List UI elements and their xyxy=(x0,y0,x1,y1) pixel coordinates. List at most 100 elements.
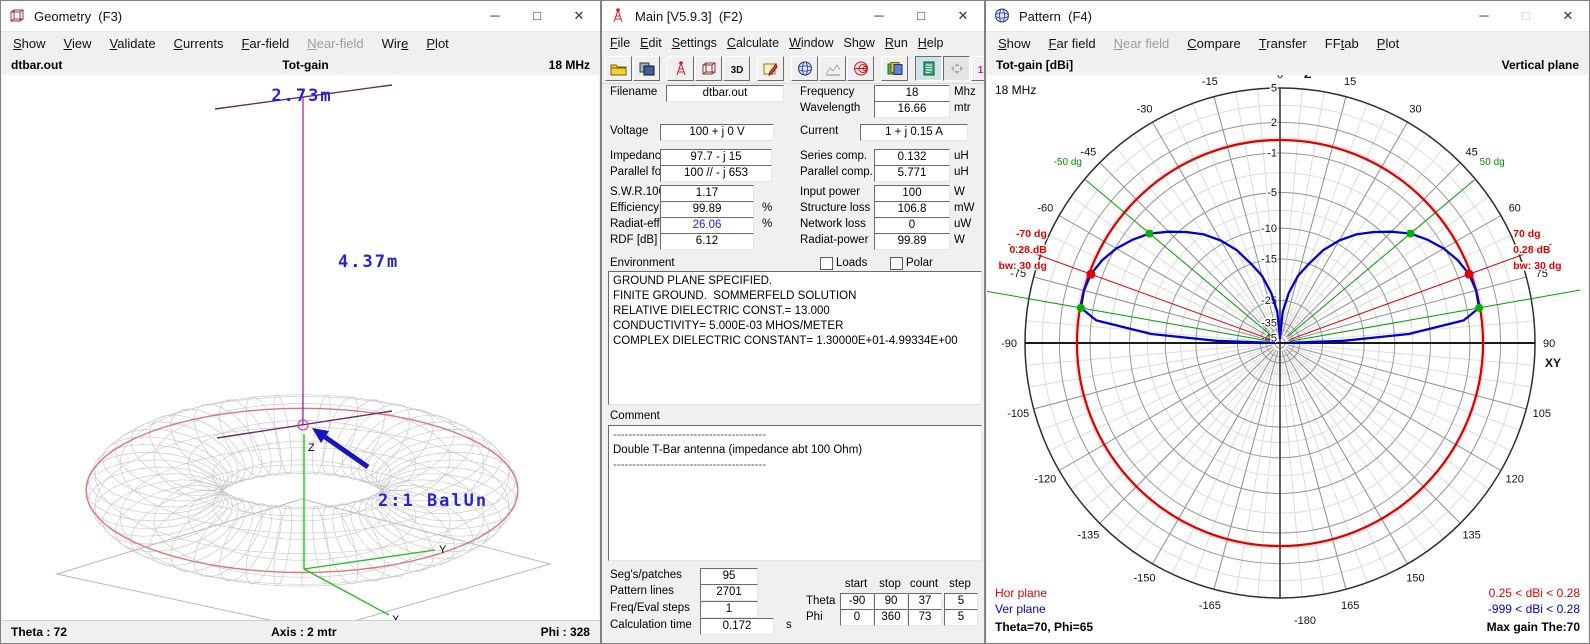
green-beamwidth-dot xyxy=(1146,230,1154,238)
toolbar-nec-editor-button[interactable] xyxy=(881,56,908,81)
menu-item-compare[interactable]: Compare xyxy=(1178,36,1250,51)
menu-item-validate[interactable]: Validate xyxy=(100,36,164,51)
pattern-titlebar[interactable]: Pattern (F4) ─ □ ✕ xyxy=(986,1,1589,32)
menu-item-transfer[interactable]: Transfer xyxy=(1250,36,1316,51)
menu-item-edit[interactable]: Edit xyxy=(635,36,667,50)
input-impedance[interactable]: 97.7 - j 15 xyxy=(660,149,772,166)
menu-item-window[interactable]: Window xyxy=(784,36,838,50)
input-radiat-eff[interactable]: 26.06 xyxy=(660,217,754,234)
menu-item-plot[interactable]: Plot xyxy=(417,36,457,51)
toolbar-wire-box-button[interactable] xyxy=(695,56,722,81)
input-seg-s-patches[interactable]: 95 xyxy=(700,568,758,585)
main-titlebar[interactable]: Main [V5.9.3] (F2) ─ □ ✕ xyxy=(602,1,984,32)
input-voltage[interactable]: 100 + j 0 V xyxy=(660,124,774,141)
angle-label-30: 30 xyxy=(1409,103,1421,115)
menu-item-help[interactable]: Help xyxy=(913,36,949,50)
sweep-phi-start[interactable]: 0 xyxy=(840,609,874,626)
toolbar-far-field-ball-button[interactable] xyxy=(791,56,818,81)
maximize-button[interactable]: □ xyxy=(516,1,558,31)
menu-item-fftab[interactable]: FFtab xyxy=(1316,36,1368,51)
input-frequency[interactable]: 18 xyxy=(874,85,950,102)
input-efficiency[interactable]: 99.89 xyxy=(660,201,754,218)
input-wavelength[interactable]: 16.66 xyxy=(874,101,950,118)
sweep-phi-step[interactable]: 5 xyxy=(944,609,978,626)
sweep-theta-step[interactable]: 5 xyxy=(944,593,978,610)
close-button[interactable]: ✕ xyxy=(942,1,984,31)
input-series-comp[interactable]: 0.132 xyxy=(874,149,950,166)
toolbar-save-stack-button[interactable] xyxy=(633,56,660,81)
close-button[interactable]: ✕ xyxy=(558,1,600,31)
checkbox-loads[interactable] xyxy=(820,257,833,270)
geometry-titlebar[interactable]: Geometry (F3) ─ □ ✕ xyxy=(1,1,600,32)
geometry-3d-view[interactable]: XYZ2.73m4.37m2:1 BalUn xyxy=(2,75,599,620)
label-s-w-r-100: S.W.R.100 xyxy=(610,186,665,198)
input-rdf-db[interactable]: 6.12 xyxy=(660,233,754,250)
maximize-button[interactable]: □ xyxy=(1505,1,1547,31)
menu-item-show[interactable]: Show xyxy=(989,36,1040,51)
desktop: Geometry (F3) ─ □ ✕ ShowViewValidateCurr… xyxy=(0,0,1590,644)
pattern-polar-view[interactable]: 52-1-5-10-15-25-35-45-165-150-135-120-10… xyxy=(987,75,1588,642)
menu-item-show[interactable]: Show xyxy=(839,36,880,50)
angle-label--30: -30 xyxy=(1137,103,1153,115)
input-radiat-power[interactable]: 99.89 xyxy=(874,233,950,250)
geometry-window: Geometry (F3) ─ □ ✕ ShowViewValidateCurr… xyxy=(0,0,601,644)
sweep-theta-start[interactable]: -90 xyxy=(840,593,874,610)
toolbar-open-file-button[interactable] xyxy=(605,56,632,81)
legend-ver-plane: Ver plane xyxy=(995,602,1046,616)
input-network-loss[interactable]: 0 xyxy=(874,217,950,234)
toolbar-antenna-geometry-button[interactable] xyxy=(667,56,694,81)
toolbar-notepad-editor-button[interactable] xyxy=(915,56,942,81)
input-freq-eval-steps[interactable]: 1 xyxy=(700,601,758,618)
minimize-button[interactable]: ─ xyxy=(858,1,900,31)
menu-item-far-field[interactable]: Far-field xyxy=(232,36,298,51)
toolbar-scale-1-1-button[interactable]: 1:1 xyxy=(971,56,985,81)
minimize-button[interactable]: ─ xyxy=(474,1,516,31)
checkbox-polar[interactable] xyxy=(890,257,903,270)
menu-item-currents[interactable]: Currents xyxy=(165,36,233,51)
svg-text:3D: 3D xyxy=(730,65,743,76)
input-filename[interactable]: dtbar.out xyxy=(666,85,784,102)
toolbar-edit-picture-button[interactable] xyxy=(757,56,784,81)
toolbar-3d-viewer-button[interactable]: 3D xyxy=(723,56,750,81)
comment-line: Double T-Bar antenna (impedance abt 100 … xyxy=(613,443,977,458)
input-structure-loss[interactable]: 106.8 xyxy=(874,201,950,218)
menu-item-near-field[interactable]: Near field xyxy=(1105,36,1179,51)
toolbar-smith-chart-button[interactable] xyxy=(847,56,874,81)
toolbar-line-chart-button[interactable] xyxy=(819,56,846,81)
maximize-button[interactable]: □ xyxy=(900,1,942,31)
menu-item-near-field[interactable]: Near-field xyxy=(298,36,372,51)
ring-label--1: -1 xyxy=(1267,148,1277,160)
menu-item-show[interactable]: Show xyxy=(4,36,55,51)
sweep-theta-count[interactable]: 37 xyxy=(908,593,942,610)
menu-item-plot[interactable]: Plot xyxy=(1368,36,1408,51)
sweep-phi-stop[interactable]: 360 xyxy=(874,609,908,626)
input-calculation-time[interactable]: 0.172 xyxy=(700,618,774,635)
input-parallel-form[interactable]: 100 // - j 653 xyxy=(660,165,772,182)
menu-item-calculate[interactable]: Calculate xyxy=(722,36,784,50)
menu-item-wire[interactable]: Wire xyxy=(373,36,418,51)
menu-item-file[interactable]: File xyxy=(605,36,635,50)
sweep-phi-count[interactable]: 73 xyxy=(908,609,942,626)
input-parallel-comp[interactable]: 5.771 xyxy=(874,165,950,182)
toolbar-optimizer-button[interactable] xyxy=(943,56,970,81)
annotation-left-red-1: 0.28 dB xyxy=(1010,244,1048,256)
input-pattern-lines[interactable]: 2701 xyxy=(700,584,758,601)
ring-label--35: -35 xyxy=(1261,318,1277,330)
menu-item-far-field[interactable]: Far field xyxy=(1040,36,1105,51)
input-s-w-r-100[interactable]: 1.17 xyxy=(660,185,754,202)
input-input-power[interactable]: 100 xyxy=(874,185,950,202)
close-button[interactable]: ✕ xyxy=(1547,1,1589,31)
pattern-infobar: Tot-gain [dBi] Vertical plane xyxy=(986,54,1589,76)
comment-box[interactable]: ----------------------------------------… xyxy=(608,425,982,561)
sweep-theta-stop[interactable]: 90 xyxy=(874,593,908,610)
minimize-button[interactable]: ─ xyxy=(1463,1,1505,31)
input-current[interactable]: 1 + j 0.15 A xyxy=(860,124,968,141)
label-filename: Filename xyxy=(610,86,657,98)
angle-label--105: -105 xyxy=(1007,408,1029,420)
line-chart-icon xyxy=(825,62,841,76)
label-calculation-time: Calculation time xyxy=(610,619,692,631)
environment-line: RELATIVE DIELECTRIC CONST.= 13.000 xyxy=(613,304,977,319)
menu-item-settings[interactable]: Settings xyxy=(667,36,722,50)
menu-item-view[interactable]: View xyxy=(55,36,101,51)
menu-item-run[interactable]: Run xyxy=(880,36,913,50)
